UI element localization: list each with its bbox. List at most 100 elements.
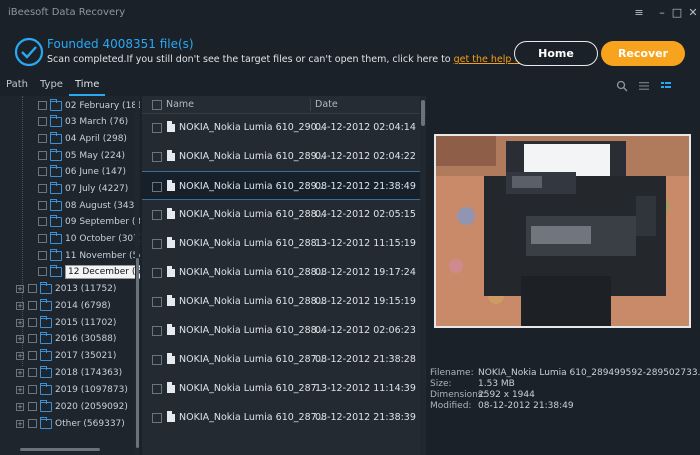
tree-year-item[interactable]: +2019 (1097873) — [16, 381, 128, 398]
tree-year-item[interactable]: +2020 (2059092) — [16, 398, 128, 415]
tree-checkbox[interactable] — [28, 318, 37, 327]
tree-checkbox[interactable] — [28, 368, 37, 377]
column-header-name[interactable]: Name — [166, 99, 194, 110]
tree-checkbox[interactable] — [38, 167, 47, 176]
tree-checkbox[interactable] — [28, 385, 37, 394]
row-checkbox[interactable] — [152, 384, 162, 394]
tab-time[interactable]: Time — [68, 78, 106, 96]
file-list-scrollbar[interactable] — [420, 96, 425, 455]
row-checkbox[interactable] — [152, 413, 162, 423]
select-all-checkbox[interactable] — [152, 100, 162, 110]
expand-icon[interactable]: + — [16, 284, 24, 293]
tree-checkbox[interactable] — [28, 284, 37, 293]
tree-checkbox[interactable] — [28, 402, 37, 411]
tree-checkbox[interactable] — [38, 234, 47, 243]
tree-checkbox[interactable] — [28, 301, 37, 310]
file-row[interactable]: NOKIA_Nokia Lumia 610_287... 13-12-2012 1… — [142, 374, 420, 403]
tree-year-item[interactable]: +2013 (11752) — [16, 280, 116, 297]
recover-button[interactable]: Recover — [601, 41, 685, 66]
file-row[interactable]: NOKIA_Nokia Lumia 610_288... 08-12-2012 1… — [142, 258, 420, 287]
file-row[interactable]: NOKIA_Nokia Lumia 610_290... 04-12-2012 0… — [142, 113, 420, 142]
tree-item[interactable]: 03 March (76) — [38, 113, 128, 130]
detail-view-icon[interactable] — [660, 80, 672, 92]
list-view-icon[interactable] — [638, 80, 650, 92]
file-date: 08-12-2012 21:38:39 — [315, 412, 416, 423]
tree-year-item[interactable]: +2018 (174363) — [16, 364, 122, 381]
expand-icon[interactable]: + — [16, 318, 24, 327]
expand-icon[interactable]: + — [16, 334, 24, 343]
file-row[interactable]: NOKIA_Nokia Lumia 610_287... 08-12-2012 2… — [142, 345, 420, 374]
tree-item[interactable]: 12 December (540) — [38, 263, 140, 280]
expand-icon[interactable]: + — [16, 368, 24, 377]
tree-item[interactable]: 11 November (544 — [38, 247, 140, 264]
tree-year-item[interactable]: +2016 (30588) — [16, 330, 116, 347]
column-header-date[interactable]: Date — [315, 99, 338, 110]
maximize-icon[interactable]: □ — [670, 6, 684, 20]
close-icon[interactable]: ✕ — [686, 6, 700, 20]
row-checkbox[interactable] — [152, 355, 162, 365]
row-checkbox[interactable] — [152, 123, 162, 133]
file-list-scroll-thumb[interactable] — [421, 100, 425, 126]
file-row[interactable]: NOKIA_Nokia Lumia 610_289... 04-12-2012 0… — [142, 142, 420, 171]
tree-item[interactable]: 09 September (333 — [38, 213, 140, 230]
tree-item[interactable]: 04 April (298) — [38, 130, 127, 147]
tree-checkbox[interactable] — [38, 184, 47, 193]
expand-icon[interactable]: + — [16, 351, 24, 360]
minimize-icon[interactable]: – — [655, 6, 669, 20]
tree-item[interactable]: 08 August (343) — [38, 197, 138, 214]
file-row[interactable]: NOKIA_Nokia Lumia 610_288... 08-12-2012 1… — [142, 287, 420, 316]
file-row[interactable]: NOKIA_Nokia Lumia 610_288... 04-12-2012 0… — [142, 200, 420, 229]
row-checkbox[interactable] — [152, 152, 162, 162]
row-checkbox[interactable] — [152, 297, 162, 307]
tree-checkbox[interactable] — [38, 217, 47, 226]
folder-icon — [50, 264, 62, 277]
tree-scroll-thumb[interactable] — [136, 258, 139, 448]
tree-item[interactable]: 06 June (147) — [38, 163, 126, 180]
meta-filename: NOKIA_Nokia Lumia 610_289499592-28950273… — [478, 368, 700, 378]
tree-checkbox[interactable] — [28, 351, 37, 360]
tree-checkbox[interactable] — [38, 201, 47, 210]
tree-checkbox[interactable] — [38, 151, 47, 160]
tab-path[interactable]: Path — [0, 78, 34, 96]
tree-item-label: 04 April (298) — [65, 133, 127, 144]
file-date: 08-12-2012 19:15:19 — [315, 296, 416, 307]
row-checkbox[interactable] — [152, 239, 162, 249]
menu-icon[interactable]: ≡ — [632, 6, 646, 20]
tab-type[interactable]: Type — [34, 78, 69, 96]
tree-year-item[interactable]: +2017 (35021) — [16, 347, 116, 364]
tree-checkbox[interactable] — [38, 117, 47, 126]
expand-icon[interactable]: + — [16, 419, 24, 428]
file-row-selected[interactable]: NOKIA_Nokia Lumia 610_289... 08-12-2012 2… — [142, 171, 420, 200]
tree-year-item[interactable]: + Other (569337) — [16, 415, 125, 432]
tree-item[interactable]: 02 February (181) — [38, 97, 140, 114]
row-checkbox[interactable] — [152, 182, 162, 192]
file-row[interactable]: NOKIA_Nokia Lumia 610_288... 04-12-2012 0… — [142, 316, 420, 345]
row-checkbox[interactable] — [152, 326, 162, 336]
column-divider — [310, 99, 311, 111]
tree-checkbox[interactable] — [38, 267, 47, 276]
search-icon[interactable] — [616, 80, 628, 92]
expand-icon[interactable]: + — [16, 385, 24, 394]
tree-checkbox[interactable] — [28, 334, 37, 343]
tree-item[interactable]: 05 May (224) — [38, 147, 125, 164]
tree-item[interactable]: 10 October (307) — [38, 230, 140, 247]
tree-item-label: 05 May (224) — [65, 150, 125, 161]
home-button[interactable]: Home — [514, 41, 598, 66]
tree-item[interactable]: 07 July (4227) — [38, 180, 128, 197]
tree-checkbox[interactable] — [38, 134, 47, 143]
file-row[interactable]: NOKIA_Nokia Lumia 610_288... 13-12-2012 1… — [142, 229, 420, 258]
tree-horizontal-scroll-thumb[interactable] — [20, 448, 100, 451]
tree-year-item[interactable]: +2014 (6798) — [16, 297, 111, 314]
tree-checkbox[interactable] — [28, 419, 37, 428]
tree-year-item[interactable]: +2015 (11702) — [16, 314, 116, 331]
expand-icon[interactable]: + — [16, 402, 24, 411]
row-checkbox[interactable] — [152, 268, 162, 278]
row-checkbox[interactable] — [152, 210, 162, 220]
tree-checkbox[interactable] — [38, 101, 47, 110]
tree-checkbox[interactable] — [38, 251, 47, 260]
file-date: 04-12-2012 02:05:15 — [315, 209, 416, 220]
file-row[interactable]: NOKIA_Nokia Lumia 610_287... 08-12-2012 2… — [142, 403, 420, 432]
folder-icon — [40, 416, 52, 429]
expand-icon[interactable]: + — [16, 301, 24, 310]
file-date: 08-12-2012 19:17:24 — [315, 267, 416, 278]
